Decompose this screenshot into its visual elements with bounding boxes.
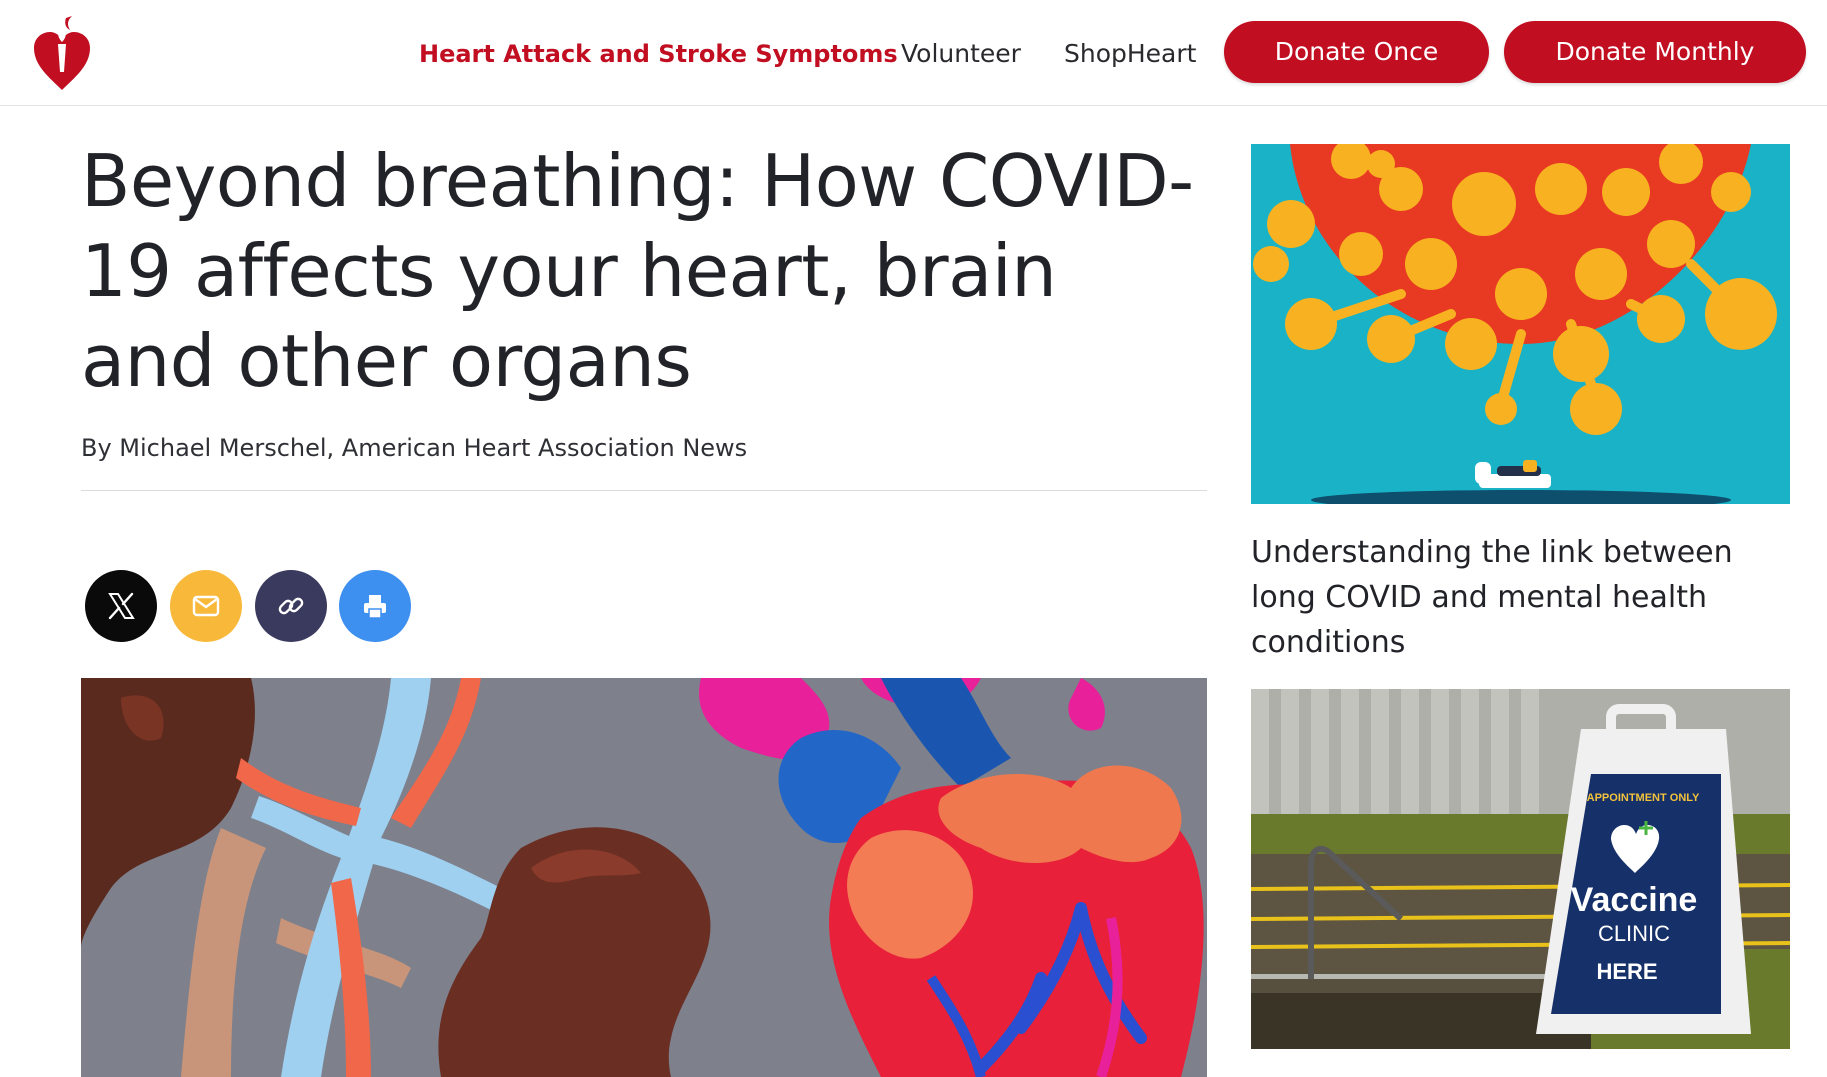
- sign-here: HERE: [1596, 959, 1657, 984]
- nav-heart-attack-stroke-symptoms[interactable]: Heart Attack and Stroke Symptoms: [419, 38, 898, 70]
- article-byline: By Michael Merschel, American Heart Asso…: [81, 434, 748, 462]
- vaccine-clinic-photo: APPOINTMENT ONLY Vaccine CLINIC HERE: [1251, 689, 1790, 1049]
- related-article-image-vaccine-clinic[interactable]: APPOINTMENT ONLY Vaccine CLINIC HERE: [1251, 689, 1790, 1049]
- share-print-button[interactable]: [339, 570, 411, 642]
- aha-logo[interactable]: [32, 14, 92, 92]
- share-x-button[interactable]: [85, 570, 157, 642]
- paper-organs-illustration: [81, 678, 1207, 1077]
- sign-appointment-only: APPOINTMENT ONLY: [1587, 792, 1700, 804]
- link-icon: [278, 597, 304, 615]
- site-header: Heart Attack and Stroke Symptoms Volunte…: [0, 0, 1827, 106]
- donate-once-button[interactable]: Donate Once: [1224, 21, 1489, 83]
- sign-vaccine: Vaccine: [1571, 881, 1698, 919]
- related-article-image-virus[interactable]: [1251, 144, 1790, 504]
- email-icon: [192, 595, 220, 617]
- related-article-caption-long-covid[interactable]: Understanding the link between long COVI…: [1251, 530, 1791, 665]
- nav-volunteer[interactable]: Volunteer: [901, 38, 1021, 70]
- donate-monthly-button[interactable]: Donate Monthly: [1504, 21, 1806, 83]
- article-hero-image: [81, 678, 1207, 1077]
- article-title: Beyond breathing: How COVID-19 affects y…: [81, 139, 1194, 403]
- heart-torch-icon: [34, 16, 90, 90]
- share-link-button[interactable]: [255, 570, 327, 642]
- byline-divider: [81, 490, 1207, 491]
- print-icon: [364, 595, 386, 619]
- sign-clinic: CLINIC: [1598, 921, 1670, 946]
- x-icon: [108, 592, 135, 620]
- share-email-button[interactable]: [170, 570, 242, 642]
- nav-shopheart[interactable]: ShopHeart: [1064, 38, 1196, 70]
- virus-illustration: [1251, 144, 1790, 504]
